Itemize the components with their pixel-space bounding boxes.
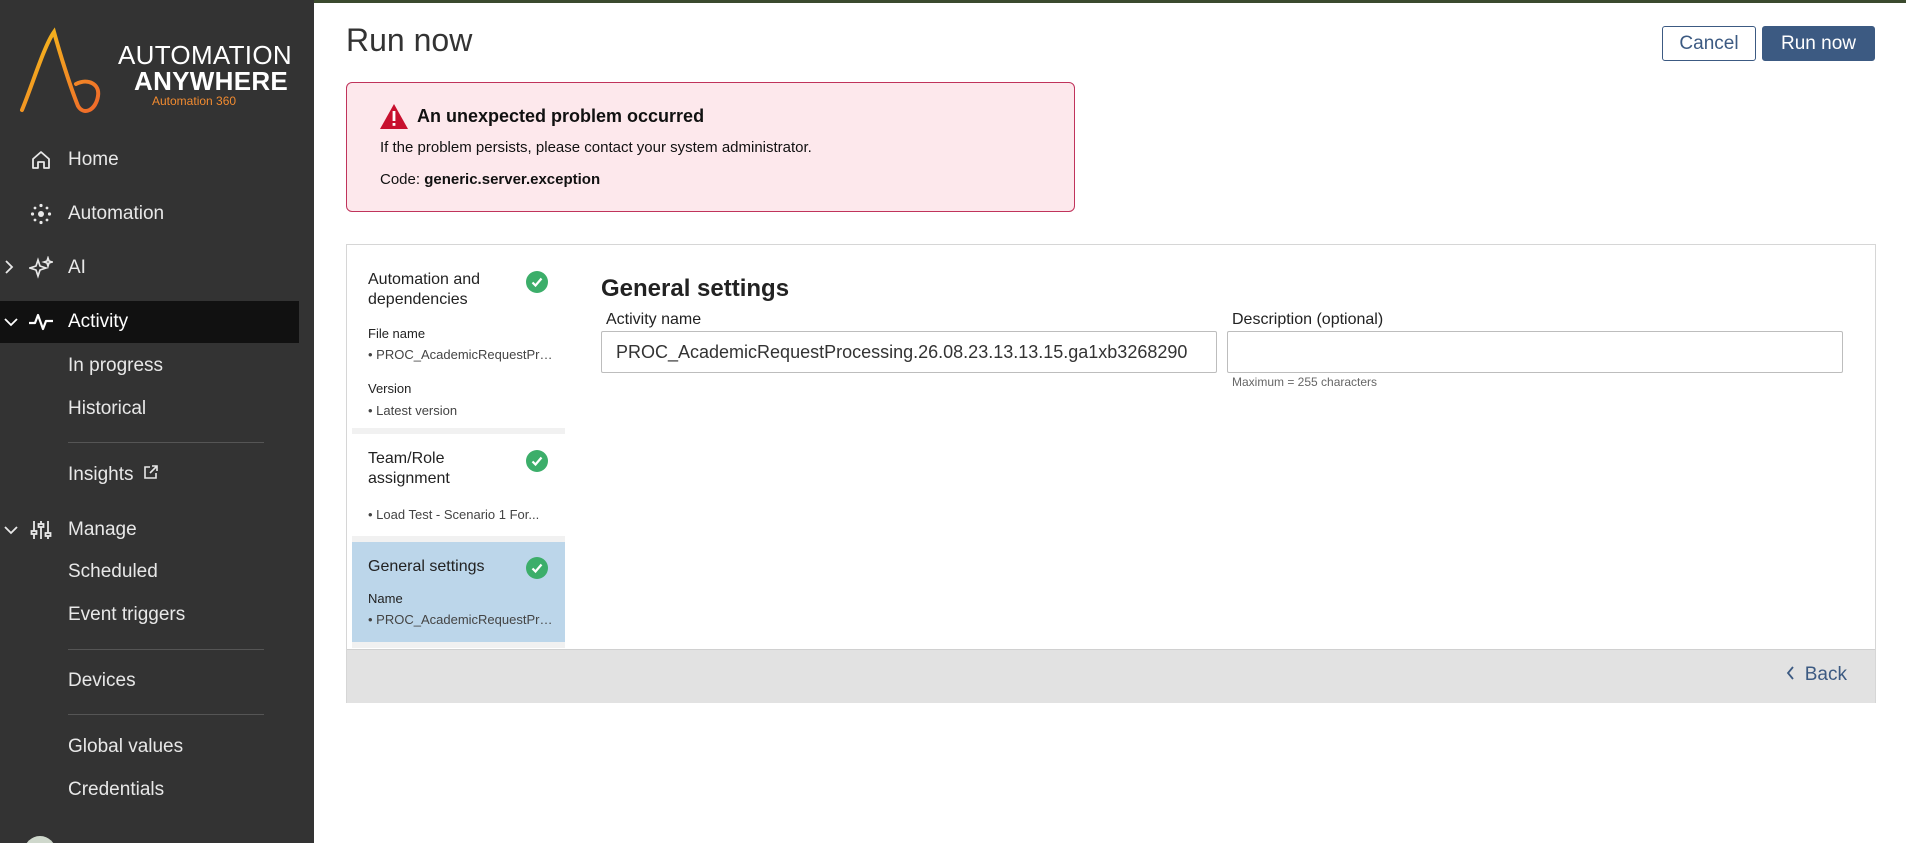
sidebar-item-event-triggers[interactable]: Event triggers — [68, 604, 185, 626]
sliders-icon — [28, 517, 54, 543]
sidebar-item-label: AI — [68, 257, 86, 278]
sidebar-divider — [68, 714, 264, 715]
check-circle-icon — [526, 450, 548, 472]
logo-line3: Automation 360 — [152, 94, 237, 108]
description-hint: Maximum = 255 characters — [1232, 375, 1378, 389]
sidebar-divider — [68, 442, 264, 443]
logo-a-icon — [20, 27, 101, 113]
chevron-right-icon[interactable] — [4, 259, 14, 277]
wizard-steps: Automation and dependencies File name • … — [352, 250, 565, 648]
page-title: Run now — [346, 22, 473, 58]
alert-code-label: Code: — [380, 171, 421, 188]
description-input[interactable] — [1227, 331, 1843, 373]
run-settings-panel: Automation and dependencies File name • … — [346, 244, 1876, 703]
external-link-icon — [143, 464, 159, 486]
sidebar-item-global-values[interactable]: Global values — [68, 736, 183, 758]
panel-footer: Back — [347, 649, 1875, 703]
sidebar-item-historical[interactable]: Historical — [68, 398, 146, 420]
error-alert: An unexpected problem occurred If the pr… — [346, 82, 1075, 212]
chevron-down-icon[interactable] — [4, 522, 18, 538]
step-field-value: • PROC_AcademicRequestProcessing — [368, 347, 553, 362]
alert-code-value: generic.server.exception — [424, 171, 601, 188]
general-settings-title: General settings — [601, 275, 790, 302]
cancel-button[interactable]: Cancel — [1662, 26, 1756, 61]
sidebar-item-automation[interactable]: Automation — [0, 193, 299, 235]
step-field-value: • Latest version — [368, 403, 458, 418]
automation-icon — [28, 201, 54, 227]
sidebar-item-ai[interactable]: AI — [0, 247, 299, 289]
check-circle-icon — [526, 271, 548, 293]
sidebar-item-label: Automation — [68, 203, 165, 224]
sidebar-item-activity[interactable]: Activity — [0, 301, 299, 343]
sidebar-item-label: Manage — [68, 519, 137, 540]
alert-code: Code: generic.server.exception — [380, 171, 600, 188]
home-icon — [28, 147, 54, 173]
alert-message: If the problem persists, please contact … — [380, 139, 812, 156]
sidebar-item-insights[interactable]: Insights — [68, 464, 159, 486]
ai-sparkle-icon — [28, 255, 54, 281]
activity-name-input[interactable] — [601, 331, 1217, 373]
back-label: Back — [1804, 664, 1847, 685]
step-field-value: • PROC_AcademicRequestProcessing — [368, 612, 553, 627]
logo-line2: ANYWHERE — [134, 66, 289, 96]
step-title: Automation and dependencies — [368, 271, 481, 308]
description-label: Description (optional) — [1232, 311, 1384, 328]
sidebar-item-home[interactable]: Home — [0, 139, 299, 181]
step-title: Team/Role assignment — [368, 450, 450, 487]
automation-anywhere-logo[interactable]: AUTOMATION ANYWHERE Automation 360 — [18, 26, 292, 116]
step-automation-dependencies[interactable]: Automation and dependencies File name • … — [352, 250, 565, 428]
sidebar-item-devices[interactable]: Devices — [68, 670, 136, 692]
check-circle-icon — [526, 557, 548, 579]
avatar[interactable] — [24, 836, 56, 843]
activity-pulse-icon — [28, 309, 54, 335]
back-button[interactable]: Back — [1786, 664, 1847, 686]
sidebar: AUTOMATION ANYWHERE Automation 360 Home … — [0, 0, 314, 843]
step-field-label: File name — [368, 326, 426, 341]
run-now-button[interactable]: Run now — [1762, 26, 1875, 61]
activity-name-label: Activity name — [606, 311, 702, 328]
step-field-label: Name — [368, 591, 403, 606]
step-general-settings[interactable]: General settings Name • PROC_AcademicReq… — [352, 542, 565, 642]
sidebar-item-credentials[interactable]: Credentials — [68, 779, 164, 801]
sidebar-item-in-progress[interactable]: In progress — [68, 355, 163, 377]
sidebar-item-scheduled[interactable]: Scheduled — [68, 561, 158, 583]
sidebar-item-label: Activity — [68, 311, 129, 332]
sidebar-divider — [68, 649, 264, 650]
step-title: General settings — [368, 558, 485, 575]
chevron-left-icon — [1786, 664, 1795, 686]
warning-icon — [379, 103, 409, 135]
step-field-label: Version — [368, 381, 412, 396]
sidebar-item-label: Home — [68, 149, 119, 170]
step-field-value: • Load Test - Scenario 1 For... — [368, 507, 540, 522]
sidebar-item-manage[interactable]: Manage — [0, 509, 299, 551]
sidebar-item-label: Insights — [68, 464, 134, 485]
alert-title: An unexpected problem occurred — [417, 106, 705, 126]
chevron-down-icon[interactable] — [4, 314, 18, 330]
step-team-role-assignment[interactable]: Team/Role assignment • Load Test - Scena… — [352, 434, 565, 536]
